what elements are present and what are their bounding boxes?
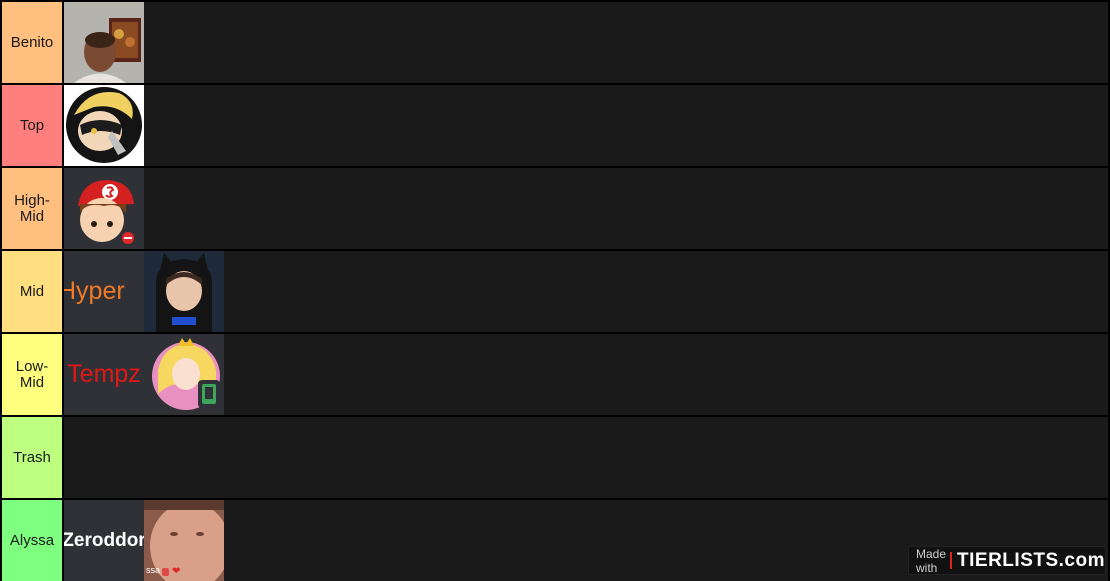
tier-items-mid[interactable]: Hyper	[64, 251, 1108, 332]
tier-label-benito[interactable]: Benito	[2, 2, 62, 83]
tierlists-logo-icon	[950, 552, 953, 569]
watermark-brand: TIERLISTS.com	[957, 549, 1105, 571]
tier-items-high-mid[interactable]	[64, 168, 1108, 249]
tier-row-top: Top	[0, 85, 1110, 166]
tier-list: Benito Top High-Mid Mid Hyper Low-Mid Te…	[0, 0, 1110, 581]
tier-label-alyssa[interactable]: Alyssa	[2, 500, 62, 581]
avatar-high-mid-mario-cap[interactable]	[64, 168, 144, 249]
item-hyper-text[interactable]: Hyper	[64, 251, 144, 332]
tier-row-mid: Mid Hyper	[0, 251, 1110, 332]
avatar-mid-cat-hood[interactable]	[144, 251, 224, 332]
tier-row-benito: Benito	[0, 2, 1110, 83]
avatar-top-inkling[interactable]	[64, 85, 144, 166]
avatar-alyssa-photo[interactable]: ssa ❤	[144, 500, 224, 581]
tier-row-high-mid: High-Mid	[0, 168, 1110, 249]
heart-icon: ❤	[172, 566, 181, 577]
shield-icon	[162, 568, 169, 576]
item-tempz-text[interactable]: Tempz	[64, 334, 144, 415]
tier-label-low-mid[interactable]: Low-Mid	[2, 334, 62, 415]
tierlists-watermark[interactable]: Made with TIERLISTS.com	[908, 546, 1106, 575]
avatar-low-mid-peach[interactable]	[144, 334, 224, 415]
tier-row-low-mid: Low-Mid Tempz	[0, 334, 1110, 415]
tier-items-low-mid[interactable]: Tempz	[64, 334, 1108, 415]
tier-row-trash: Trash	[0, 417, 1110, 498]
alyssa-photo-caption: ssa	[146, 565, 161, 575]
tier-items-trash[interactable]	[64, 417, 1108, 498]
watermark-made-with: Made with	[916, 546, 947, 575]
tier-items-benito[interactable]	[64, 2, 1108, 83]
item-zeroddor-text[interactable]: Zeroddor	[64, 500, 144, 581]
avatar-benito-photo[interactable]	[64, 2, 144, 83]
tier-label-trash[interactable]: Trash	[2, 417, 62, 498]
tier-items-top[interactable]	[64, 85, 1108, 166]
tier-label-mid[interactable]: Mid	[2, 251, 62, 332]
tier-label-high-mid[interactable]: High-Mid	[2, 168, 62, 249]
tier-label-top[interactable]: Top	[2, 85, 62, 166]
